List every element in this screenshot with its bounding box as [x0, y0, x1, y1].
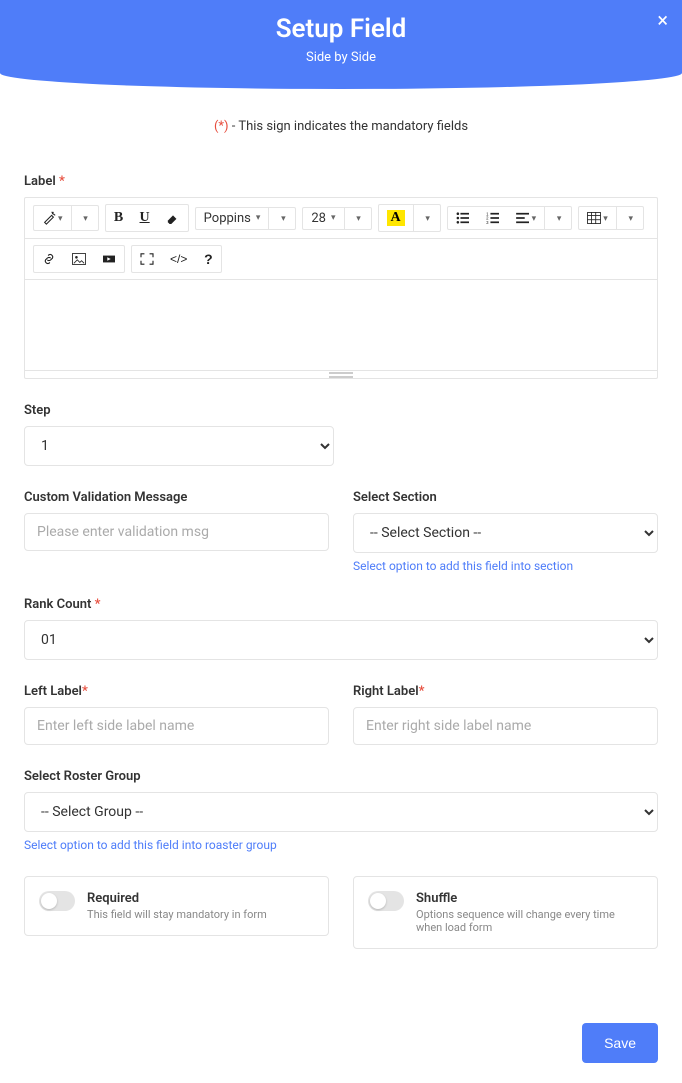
- link-button[interactable]: [34, 248, 64, 270]
- font-size-more-button[interactable]: ▾: [345, 208, 371, 229]
- shuffle-toggle[interactable]: [368, 891, 404, 911]
- section-label: Select Section: [353, 490, 658, 505]
- validation-input[interactable]: [24, 513, 329, 551]
- close-button[interactable]: ×: [657, 10, 668, 30]
- video-icon: [102, 253, 116, 265]
- required-desc: This field will stay mandatory in form: [87, 908, 267, 921]
- align-icon: [516, 212, 530, 224]
- required-card: Required This field will stay mandatory …: [24, 876, 329, 936]
- eraser-icon: [166, 212, 180, 224]
- save-button[interactable]: Save: [582, 1023, 658, 1063]
- fullscreen-button[interactable]: [132, 248, 162, 270]
- roster-help: Select option to add this field into roa…: [24, 838, 658, 852]
- rank-count-select[interactable]: 01: [24, 620, 658, 660]
- fullscreen-icon: [140, 253, 154, 265]
- label-field-label: Label *: [24, 174, 658, 189]
- wand-icon: [42, 211, 56, 225]
- svg-text:3: 3: [486, 220, 489, 224]
- step-select[interactable]: 1: [24, 426, 334, 466]
- text-color-icon: A: [387, 210, 405, 226]
- roster-label: Select Roster Group: [24, 769, 658, 784]
- shuffle-title: Shuffle: [416, 891, 643, 906]
- table-more-button[interactable]: ▾: [617, 208, 643, 229]
- clear-format-button[interactable]: [158, 207, 188, 229]
- right-label-label: Right Label*: [353, 684, 658, 699]
- ol-icon: 123: [486, 212, 500, 224]
- table-button[interactable]: ▾: [579, 207, 616, 229]
- shuffle-card: Shuffle Options sequence will change eve…: [353, 876, 658, 949]
- roster-select[interactable]: -- Select Group --: [24, 792, 658, 832]
- right-label-input[interactable]: [353, 707, 658, 745]
- font-family-more-button[interactable]: ▾: [269, 208, 295, 229]
- video-button[interactable]: [94, 248, 124, 270]
- paragraph-more-button[interactable]: ▾: [545, 208, 571, 229]
- shuffle-desc: Options sequence will change every time …: [416, 908, 643, 934]
- code-view-button[interactable]: </>: [162, 247, 195, 271]
- text-color-button[interactable]: A: [379, 205, 413, 231]
- image-button[interactable]: [64, 248, 94, 270]
- resize-handle[interactable]: [25, 370, 657, 378]
- mandatory-star: (*): [214, 119, 229, 134]
- required-title: Required: [87, 891, 267, 906]
- mandatory-note: (*) - This sign indicates the mandatory …: [24, 119, 658, 134]
- bold-button[interactable]: B: [106, 205, 132, 231]
- more-style-button[interactable]: ▾: [72, 208, 98, 229]
- magic-style-button[interactable]: ▾: [34, 206, 71, 230]
- section-select[interactable]: -- Select Section --: [353, 513, 658, 553]
- dialog-title: Setup Field: [0, 14, 682, 44]
- help-button[interactable]: ?: [195, 246, 221, 272]
- validation-label: Custom Validation Message: [24, 490, 329, 505]
- step-label: Step: [24, 403, 658, 418]
- required-toggle[interactable]: [39, 891, 75, 911]
- table-icon: [587, 212, 601, 224]
- font-family-select[interactable]: Poppins▾: [196, 208, 269, 229]
- rank-label: Rank Count *: [24, 597, 658, 612]
- link-icon: [42, 253, 56, 265]
- ul-icon: [456, 212, 470, 224]
- close-icon: ×: [657, 8, 668, 32]
- ordered-list-button[interactable]: 123: [478, 207, 508, 229]
- dialog-subtitle: Side by Side: [0, 50, 682, 65]
- image-icon: [72, 253, 86, 265]
- underline-button[interactable]: U: [132, 205, 158, 231]
- editor-body[interactable]: [25, 280, 657, 370]
- mandatory-text: - This sign indicates the mandatory fiel…: [229, 119, 468, 134]
- paragraph-format-button[interactable]: ▾: [508, 207, 545, 229]
- unordered-list-button[interactable]: [448, 207, 478, 229]
- rich-text-editor: ▾ ▾ B U Poppins▾ ▾: [24, 197, 658, 379]
- left-label-label: Left Label*: [24, 684, 329, 699]
- text-color-more-button[interactable]: ▾: [414, 208, 440, 229]
- font-size-select[interactable]: 28▾: [303, 208, 343, 229]
- left-label-input[interactable]: [24, 707, 329, 745]
- dialog-header: Setup Field Side by Side ×: [0, 0, 682, 89]
- section-help: Select option to add this field into sec…: [353, 559, 658, 573]
